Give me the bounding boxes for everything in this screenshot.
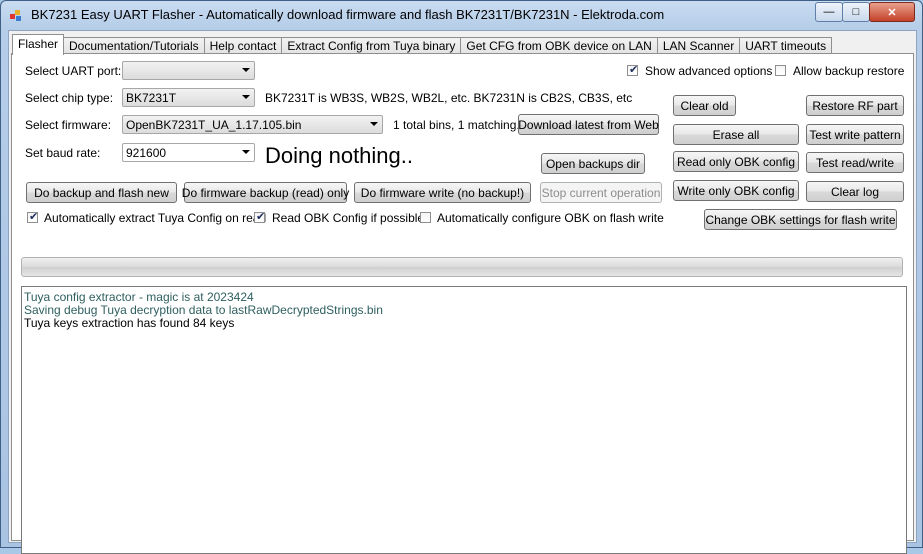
download-latest-button[interactable]: Download latest from Web <box>518 114 659 135</box>
stop-operation-button[interactable]: Stop current operation <box>540 182 662 203</box>
change-obk-settings-button[interactable]: Change OBK settings for flash write <box>704 209 897 230</box>
chip-type-label: Select chip type: <box>25 91 114 105</box>
window-title: BK7231 Easy UART Flasher - Automatically… <box>31 7 665 22</box>
maximize-button[interactable]: □ <box>842 2 870 22</box>
close-button[interactable]: ✕ <box>869 2 915 22</box>
restore-rf-button[interactable]: Restore RF part <box>806 95 904 116</box>
status-text: Doing nothing.. <box>265 143 413 168</box>
log-line: Saving debug Tuya decryption data to las… <box>24 303 383 317</box>
firmware-write-button[interactable]: Do firmware write (no backup!) <box>354 182 531 203</box>
chevron-down-icon <box>242 95 250 99</box>
firmware-label: Select firmware: <box>25 118 112 132</box>
firmware-select[interactable]: OpenBK7231T_UA_1.17.105.bin <box>122 115 383 134</box>
open-backups-button[interactable]: Open backups dir <box>541 153 645 174</box>
chip-type-select[interactable]: BK7231T <box>122 88 255 107</box>
auto-configure-obk-label: Automatically configure OBK on flash wri… <box>437 211 664 225</box>
log-line: Tuya config extractor - magic is at 2023… <box>24 290 254 304</box>
tab-flasher[interactable]: Flasher <box>12 34 65 55</box>
log-output[interactable]: Tuya config extractor - magic is at 2023… <box>21 286 907 554</box>
write-only-obk-button[interactable]: Write only OBK config <box>673 180 799 201</box>
show-advanced-checkbox[interactable]: ✔ <box>627 64 639 76</box>
uart-port-select[interactable] <box>122 61 255 80</box>
chevron-down-icon <box>242 150 250 154</box>
clear-old-button[interactable]: Clear old <box>673 95 736 116</box>
maximize-icon: □ <box>852 6 860 18</box>
tab-strip: Flasher Documentation/Tutorials Help con… <box>12 34 833 55</box>
minimize-button[interactable]: — <box>815 2 843 22</box>
show-advanced-label: Show advanced options <box>645 64 773 78</box>
check-icon: ✔ <box>256 211 266 223</box>
flasher-panel: Select UART port: ✔ Show advanced option… <box>11 53 914 554</box>
allow-backup-restore-label: Allow backup restore <box>793 64 905 78</box>
app-icon <box>10 10 21 21</box>
uart-port-label: Select UART port: <box>25 64 122 78</box>
read-obk-config-checkbox[interactable]: ✔ <box>254 211 266 223</box>
log-line: Tuya keys extraction has found 84 keys <box>24 316 235 330</box>
clear-log-button[interactable]: Clear log <box>806 181 904 202</box>
minimize-icon: — <box>823 6 835 18</box>
auto-extract-tuya-label: Automatically extract Tuya Config on rea… <box>44 211 267 225</box>
read-only-obk-button[interactable]: Read only OBK config <box>673 151 799 172</box>
close-icon: ✕ <box>887 6 897 19</box>
progress-bar <box>21 257 903 277</box>
test-write-pattern-button[interactable]: Test write pattern <box>806 124 904 145</box>
client-area: Flasher Documentation/Tutorials Help con… <box>8 30 917 554</box>
title-bar[interactable]: BK7231 Easy UART Flasher - Automatically… <box>1 1 922 29</box>
baud-rate-combo[interactable]: 921600 <box>122 143 255 162</box>
bins-info-text: 1 total bins, 1 matching. <box>393 118 520 132</box>
test-read-write-button[interactable]: Test read/write <box>806 152 904 173</box>
check-icon: ✔ <box>29 211 39 223</box>
check-icon: ✔ <box>629 64 639 76</box>
auto-extract-tuya-checkbox[interactable]: ✔ <box>27 211 39 223</box>
chevron-down-icon <box>242 68 250 72</box>
allow-backup-restore-checkbox[interactable] <box>775 65 786 76</box>
firmware-backup-button[interactable]: Do firmware backup (read) only <box>182 182 349 203</box>
app-window: BK7231 Easy UART Flasher - Automatically… <box>0 0 923 554</box>
read-obk-config-label: Read OBK Config if possible <box>272 211 425 225</box>
backup-flash-new-button[interactable]: Do backup and flash new <box>26 182 177 203</box>
erase-all-button[interactable]: Erase all <box>673 124 799 145</box>
chevron-down-icon <box>370 122 378 126</box>
baud-rate-label: Set baud rate: <box>25 146 101 160</box>
auto-configure-obk-checkbox[interactable] <box>420 212 431 223</box>
chip-info-text: BK7231T is WB3S, WB2S, WB2L, etc. BK7231… <box>265 91 633 105</box>
